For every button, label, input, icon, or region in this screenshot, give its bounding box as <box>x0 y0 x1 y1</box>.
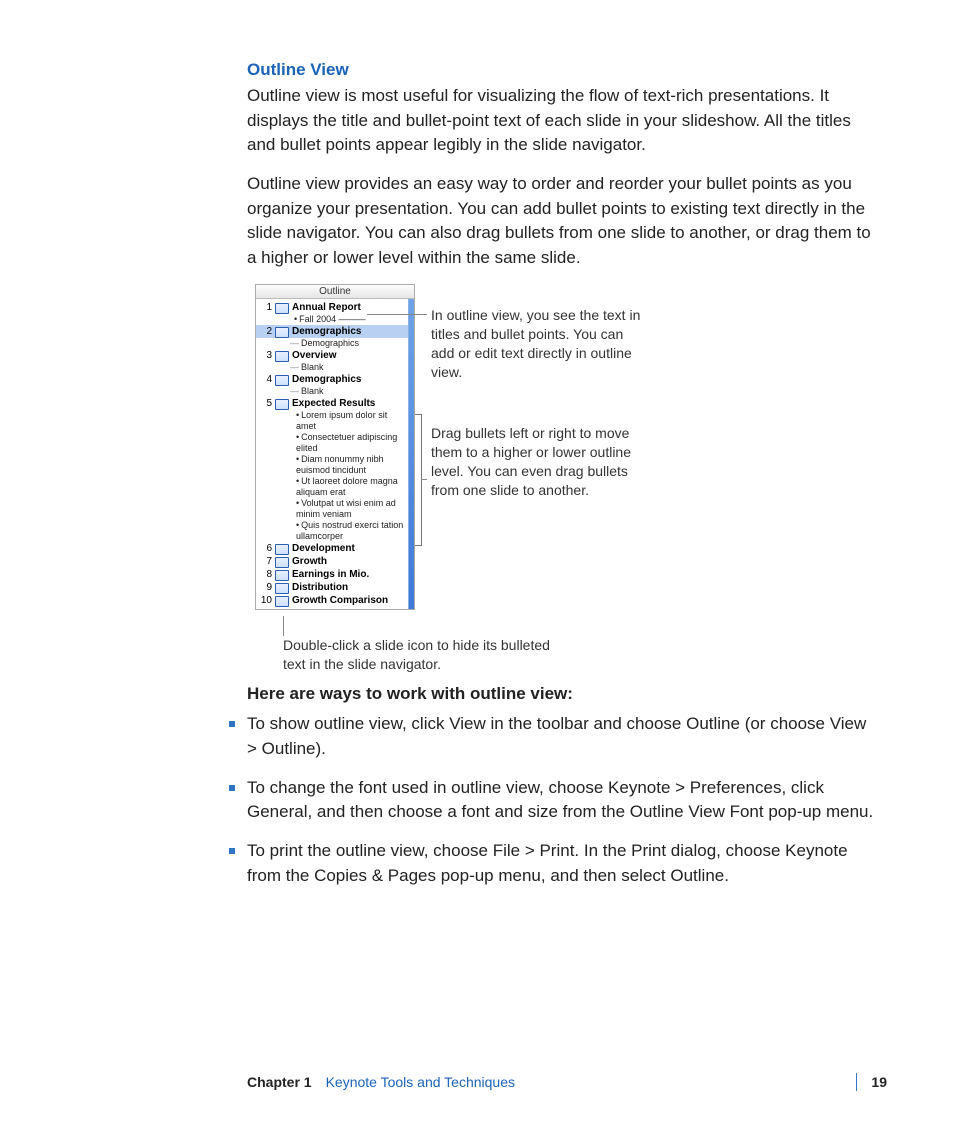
slide-number: 4 <box>258 373 272 386</box>
outline-slide-row[interactable]: 10 Growth Comparison <box>256 594 414 607</box>
callout-text: Double-click a slide icon to hide its bu… <box>283 636 563 674</box>
page-footer: Chapter 1 Keynote Tools and Techniques 1… <box>247 1073 887 1091</box>
list-item: To change the font used in outline view,… <box>233 776 877 839</box>
slide-title[interactable]: Demographics <box>292 373 367 386</box>
slide-icon[interactable] <box>275 570 289 581</box>
slide-sub-bullet[interactable]: Demographics <box>256 338 414 349</box>
figure-outline-panel: Outline 1Annual ReportFall 2004 ———2Demo… <box>247 284 877 664</box>
slide-number: 6 <box>258 542 272 555</box>
outline-slide-row[interactable]: 8 Earnings in Mio. <box>256 568 414 581</box>
slide-sub-bullet[interactable]: Fall 2004 ——— <box>256 314 414 325</box>
slide-icon[interactable] <box>275 399 289 410</box>
slide-number: 7 <box>258 555 272 568</box>
slide-bullet[interactable]: Consectetuer adipiscing elited <box>296 432 406 454</box>
leader-line <box>283 616 284 636</box>
section-heading: Outline View <box>247 60 877 80</box>
slide-bullet[interactable]: Ut laoreet dolore magna aliquam erat <box>296 476 406 498</box>
slide-icon[interactable] <box>275 351 289 362</box>
page-number: 19 <box>871 1074 887 1090</box>
slide-number: 2 <box>258 325 272 338</box>
slide-number: 1 <box>258 301 272 314</box>
slide-icon[interactable] <box>275 327 289 338</box>
slide-icon[interactable] <box>275 375 289 386</box>
callout-text: In outline view, you see the text in tit… <box>431 306 641 382</box>
slide-title[interactable]: Development <box>292 542 361 555</box>
slide-title[interactable]: Annual Report <box>292 301 367 314</box>
list-item: To show outline view, click View in the … <box>233 712 877 775</box>
slide-number: 9 <box>258 581 272 594</box>
callout-text: Drag bullets left or right to move them … <box>431 424 641 500</box>
outline-slide-row[interactable]: 3 Overview <box>256 349 414 362</box>
slide-number: 10 <box>258 594 272 607</box>
ways-heading: Here are ways to work with outline view: <box>247 684 877 704</box>
slide-icon[interactable] <box>275 557 289 568</box>
slide-icon[interactable] <box>275 583 289 594</box>
slide-icon[interactable] <box>275 544 289 555</box>
leader-line <box>421 479 427 480</box>
slide-title[interactable]: Earnings in Mio. <box>292 568 375 581</box>
slide-bullet-group: Lorem ipsum dolor sit ametConsectetuer a… <box>256 410 414 542</box>
slide-bullet[interactable]: Quis nostrud exerci tation ullamcorper <box>296 520 406 542</box>
outline-panel-body: 1Annual ReportFall 2004 ———2Demographics… <box>256 299 414 609</box>
slide-number: 5 <box>258 397 272 410</box>
list-item: To print the outline view, choose File >… <box>233 839 877 902</box>
outline-slide-row[interactable]: 5 Expected Results <box>256 397 414 410</box>
outline-slide-row[interactable]: 6 Development <box>256 542 414 555</box>
slide-icon[interactable] <box>275 303 289 314</box>
slide-bullet[interactable]: Volutpat ut wisi enim ad minim veniam <box>296 498 406 520</box>
slide-bullet[interactable]: Diam nonummy nibh euismod tincidunt <box>296 454 406 476</box>
outline-slide-row[interactable]: 4 Demographics <box>256 373 414 386</box>
ways-list: To show outline view, click View in the … <box>247 712 877 902</box>
outline-slide-row[interactable]: 1 Annual Report <box>256 301 414 314</box>
slide-title[interactable]: Demographics <box>292 325 367 338</box>
body-paragraph: Outline view is most useful for visualiz… <box>247 84 877 158</box>
slide-title[interactable]: Distribution <box>292 581 354 594</box>
slide-title[interactable]: Growth Comparison <box>292 594 394 607</box>
leader-line <box>367 314 427 315</box>
chapter-title: Keynote Tools and Techniques <box>326 1074 515 1090</box>
chapter-label: Chapter 1 <box>247 1074 312 1090</box>
slide-bullet[interactable]: Lorem ipsum dolor sit amet <box>296 410 406 432</box>
callout-bracket <box>415 414 422 546</box>
slide-number: 3 <box>258 349 272 362</box>
outline-slide-row[interactable]: 9 Distribution <box>256 581 414 594</box>
slide-title[interactable]: Expected Results <box>292 397 381 410</box>
footer-divider <box>856 1073 857 1091</box>
outline-panel-header: Outline <box>256 285 414 299</box>
slide-sub-bullet[interactable]: Blank <box>256 386 414 397</box>
outline-slide-row[interactable]: 7 Growth <box>256 555 414 568</box>
outline-panel: Outline 1Annual ReportFall 2004 ———2Demo… <box>255 284 415 610</box>
outline-slide-row[interactable]: 2 Demographics <box>256 325 414 338</box>
slide-title[interactable]: Growth <box>292 555 333 568</box>
body-paragraph: Outline view provides an easy way to ord… <box>247 172 877 271</box>
slide-title[interactable]: Overview <box>292 349 342 362</box>
slide-number: 8 <box>258 568 272 581</box>
slide-sub-bullet[interactable]: Blank <box>256 362 414 373</box>
slide-icon[interactable] <box>275 596 289 607</box>
